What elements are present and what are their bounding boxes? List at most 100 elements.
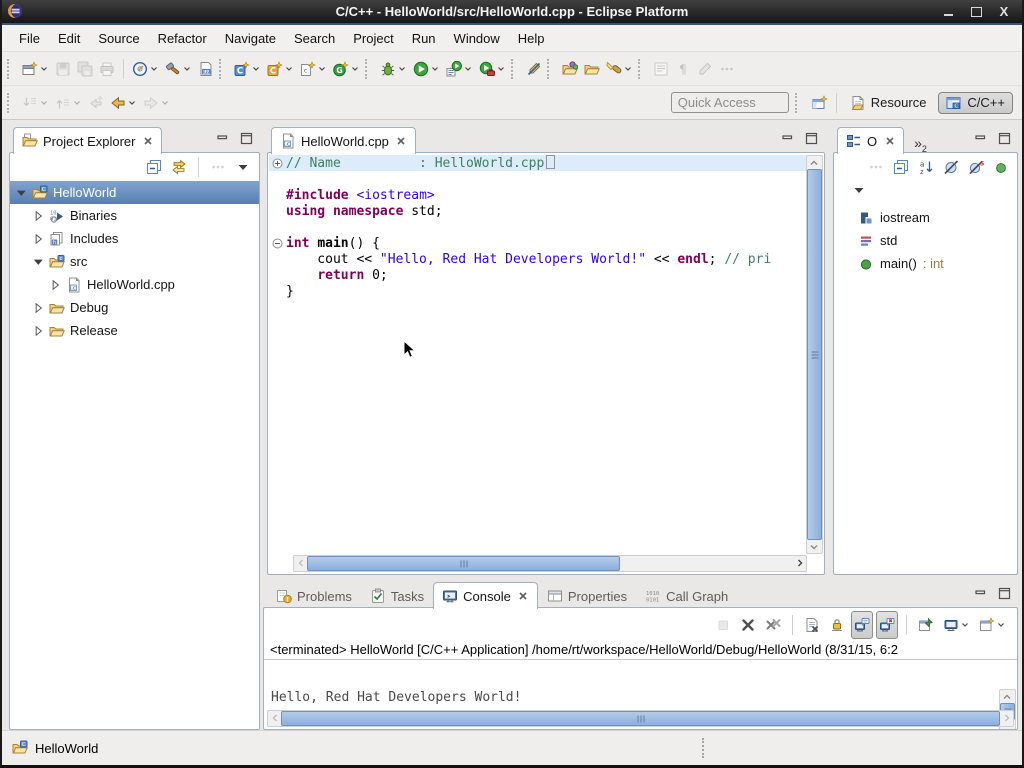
run-config-button[interactable] bbox=[443, 55, 476, 83]
mark-occurrences-button[interactable] bbox=[523, 55, 545, 83]
menu-refactor[interactable]: Refactor bbox=[149, 28, 216, 49]
menu-source[interactable]: Source bbox=[89, 28, 148, 49]
expand-arrow-icon[interactable] bbox=[31, 231, 46, 246]
last-edit-button[interactable] bbox=[85, 89, 107, 117]
chevron-down-icon[interactable] bbox=[960, 617, 970, 633]
collapse-arrow-icon[interactable] bbox=[31, 254, 46, 269]
toolbar-handle[interactable] bbox=[365, 59, 373, 79]
scroll-right-arrow[interactable] bbox=[1000, 711, 1013, 724]
minimize-view-icon[interactable] bbox=[974, 132, 987, 145]
tree-item-includes[interactable]: hIncludes bbox=[10, 227, 259, 250]
menu-project[interactable]: Project bbox=[344, 28, 402, 49]
scroll-up-arrow[interactable] bbox=[1000, 690, 1013, 703]
tree-item-release[interactable]: Release bbox=[10, 319, 259, 342]
close-icon[interactable] bbox=[396, 136, 407, 147]
tree-item-src[interactable]: csrc bbox=[10, 250, 259, 273]
outline-item-iostream[interactable]: iostream bbox=[834, 206, 1017, 229]
remove-all-button[interactable] bbox=[762, 611, 784, 639]
fold-plus-icon[interactable] bbox=[269, 158, 286, 169]
chevron-down-icon[interactable] bbox=[317, 61, 327, 77]
menu-help[interactable]: Help bbox=[509, 28, 554, 49]
new-c-project-button[interactable]: C bbox=[231, 55, 264, 83]
chevron-down-icon[interactable] bbox=[39, 61, 49, 77]
prev-annotation-button[interactable] bbox=[52, 89, 85, 117]
window-minimize-button[interactable] bbox=[942, 6, 954, 18]
scroll-left-arrow[interactable] bbox=[294, 556, 307, 569]
scroll-down-arrow[interactable] bbox=[807, 540, 820, 553]
toolbar-handle[interactable] bbox=[7, 93, 15, 113]
open-element-button[interactable] bbox=[559, 55, 581, 83]
open-perspective-button[interactable] bbox=[809, 89, 831, 117]
show-whitespace-button[interactable]: ¶ bbox=[672, 55, 694, 83]
forward-button[interactable] bbox=[140, 89, 173, 117]
expand-arrow-icon[interactable] bbox=[48, 277, 63, 292]
menu-search[interactable]: Search bbox=[285, 28, 344, 49]
menu-file[interactable]: File bbox=[10, 28, 49, 49]
chevron-down-icon[interactable] bbox=[350, 61, 360, 77]
pencil-button[interactable] bbox=[694, 55, 716, 83]
close-icon[interactable] bbox=[884, 136, 895, 147]
maximize-view-icon[interactable] bbox=[805, 132, 818, 145]
chevron-down-icon[interactable] bbox=[284, 61, 294, 77]
tab-console[interactable]: Console bbox=[433, 582, 538, 609]
expand-arrow-icon[interactable] bbox=[31, 300, 46, 315]
tab-helloworld-cpp[interactable]: .c HelloWorld.cpp bbox=[271, 127, 416, 154]
back-button[interactable] bbox=[107, 89, 140, 117]
new-wizard-button[interactable] bbox=[19, 55, 52, 83]
scroll-lock-button[interactable] bbox=[826, 611, 848, 639]
toolbar-handle[interactable] bbox=[7, 59, 15, 79]
outline-item-std[interactable]: std bbox=[834, 229, 1017, 252]
view-menu-button[interactable] bbox=[232, 153, 254, 181]
sort-az-button[interactable]: az bbox=[915, 153, 937, 181]
close-icon[interactable] bbox=[518, 591, 529, 602]
window-maximize-button[interactable] bbox=[970, 6, 982, 18]
display-console-button[interactable] bbox=[940, 611, 973, 639]
debug-button[interactable] bbox=[377, 55, 410, 83]
open-console-button[interactable] bbox=[976, 611, 1009, 639]
toolbar-handle[interactable] bbox=[511, 59, 519, 79]
collapse-arrow-icon[interactable] bbox=[14, 185, 29, 200]
collapse-all-button[interactable] bbox=[143, 153, 165, 181]
clear-console-button[interactable] bbox=[801, 611, 823, 639]
tree-item-debug[interactable]: Debug bbox=[10, 296, 259, 319]
scrollbar-thumb[interactable] bbox=[281, 711, 1000, 726]
maximize-view-icon[interactable] bbox=[998, 587, 1011, 600]
show-stdout-button[interactable] bbox=[851, 611, 873, 639]
scrollbar-thumb[interactable] bbox=[307, 556, 620, 571]
new-c-file-button[interactable]: c bbox=[297, 55, 330, 83]
chevron-down-icon[interactable] bbox=[623, 61, 633, 77]
chevron-down-icon[interactable] bbox=[39, 95, 49, 111]
chevron-down-icon[interactable] bbox=[182, 61, 192, 77]
tab-outline[interactable]: O bbox=[837, 127, 904, 154]
toolbar-handle[interactable] bbox=[638, 59, 646, 79]
maximize-view-icon[interactable] bbox=[998, 132, 1011, 145]
chevron-down-icon[interactable] bbox=[160, 95, 170, 111]
menu-window[interactable]: Window bbox=[445, 28, 509, 49]
collapse-all-button[interactable] bbox=[890, 153, 912, 181]
chevron-down-icon[interactable] bbox=[251, 61, 261, 77]
outline-item-main-[interactable]: main() : int bbox=[834, 252, 1017, 275]
search-button[interactable] bbox=[603, 55, 636, 83]
doc-list-button[interactable] bbox=[650, 55, 672, 83]
new-make-target-button[interactable]: G bbox=[330, 55, 363, 83]
view-stack-badge[interactable]: »2 bbox=[914, 135, 927, 154]
fold-minus-icon[interactable] bbox=[269, 238, 286, 249]
toolbar-handle[interactable] bbox=[219, 59, 227, 79]
show-stderr-button[interactable] bbox=[876, 611, 898, 639]
tree-item-helloworld[interactable]: CHelloWorld bbox=[10, 181, 259, 204]
toolbar-handle[interactable] bbox=[795, 93, 803, 113]
tree-item-helloworld-cpp[interactable]: .cHelloWorld.cpp bbox=[10, 273, 259, 296]
run-button[interactable] bbox=[410, 55, 443, 83]
pin-console-button[interactable] bbox=[915, 611, 937, 639]
debug-attach-button[interactable] bbox=[129, 55, 162, 83]
open-resource-button[interactable] bbox=[581, 55, 603, 83]
minimize-view-icon[interactable] bbox=[216, 132, 229, 145]
perspective-resource[interactable]: Resource bbox=[842, 92, 935, 114]
tab-call-graph[interactable]: 10100101Call Graph bbox=[636, 583, 737, 608]
save-button[interactable] bbox=[52, 55, 74, 83]
quick-access-input[interactable] bbox=[671, 92, 789, 113]
chevron-down-icon[interactable] bbox=[496, 61, 506, 77]
terminate-button[interactable] bbox=[712, 611, 734, 639]
menu-run[interactable]: Run bbox=[403, 28, 445, 49]
chevron-down-icon[interactable] bbox=[430, 61, 440, 77]
